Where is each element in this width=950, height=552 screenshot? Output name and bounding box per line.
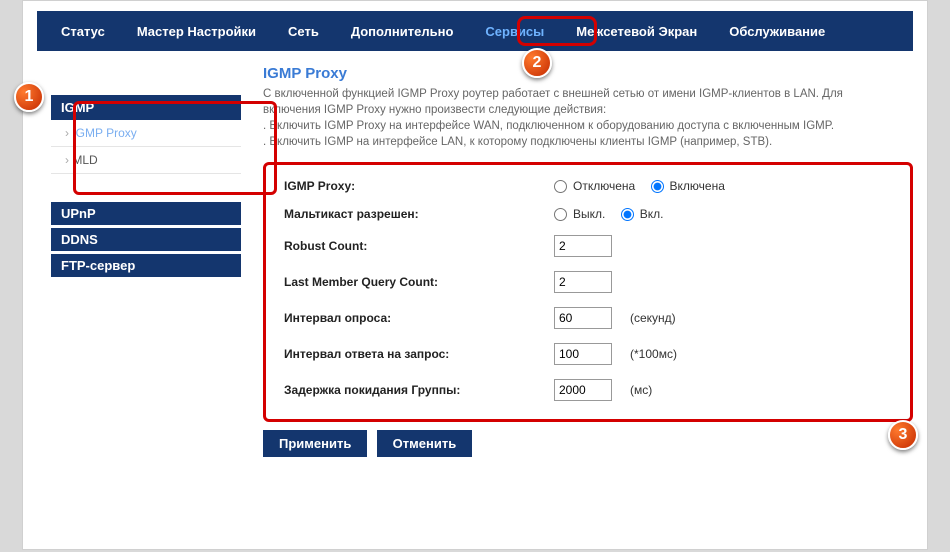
desc-line-1: С включенной функцией IGMP Proxy роутер … — [263, 88, 843, 116]
resp-interval-label: Интервал ответа на запрос: — [284, 347, 554, 361]
leave-delay-unit: (мс) — [630, 383, 652, 397]
poll-interval-input[interactable] — [554, 307, 612, 329]
tab-services[interactable]: Сервисы — [469, 18, 560, 45]
robust-count-label: Robust Count: — [284, 239, 554, 253]
igmp-proxy-on-radio[interactable] — [651, 180, 664, 193]
sidebar-item-upnp[interactable]: UPnP — [51, 202, 241, 225]
sidebar-item-ftp[interactable]: FTP-сервер — [51, 254, 241, 277]
resp-interval-input[interactable] — [554, 343, 612, 365]
apply-button[interactable]: Применить — [263, 430, 367, 457]
tab-status[interactable]: Статус — [45, 18, 121, 45]
multicast-on-radio[interactable] — [621, 208, 634, 221]
tab-network[interactable]: Сеть — [272, 18, 335, 45]
page-title: IGMP Proxy — [263, 65, 913, 82]
top-nav: Статус Мастер Настройки Сеть Дополнитель… — [37, 11, 913, 51]
multicast-on-text: Вкл. — [640, 207, 664, 221]
settings-form: IGMP Proxy: Отключена Включена Мальтикас… — [263, 162, 913, 422]
igmp-proxy-off-text: Отключена — [573, 179, 635, 193]
multicast-off-radio[interactable] — [554, 208, 567, 221]
lmqc-input[interactable] — [554, 271, 612, 293]
poll-interval-unit: (секунд) — [630, 311, 676, 325]
robust-count-input[interactable] — [554, 235, 612, 257]
multicast-label: Мальтикаст разрешен: — [284, 207, 554, 221]
sidebar-item-ddns[interactable]: DDNS — [51, 228, 241, 251]
desc-line-2: . Включить IGMP Proxy на интерфейсе WAN,… — [263, 120, 834, 132]
button-row: Применить Отменить — [263, 430, 913, 457]
leave-delay-label: Задержка покидания Группы: — [284, 383, 554, 397]
sidebar-header-igmp[interactable]: IGMP — [51, 95, 241, 120]
page-description: С включенной функцией IGMP Proxy роутер … — [263, 86, 883, 150]
multicast-off-text: Выкл. — [573, 207, 605, 221]
poll-interval-label: Интервал опроса: — [284, 311, 554, 325]
desc-line-3: . Включить IGMP на интерфейсе LAN, к кот… — [263, 136, 772, 148]
sidebar-item-igmp-proxy[interactable]: IGMP Proxy — [51, 120, 241, 147]
leave-delay-input[interactable] — [554, 379, 612, 401]
igmp-proxy-on-text: Включена — [670, 179, 725, 193]
resp-interval-unit: (*100мс) — [630, 347, 677, 361]
main-panel: IGMP Proxy С включенной функцией IGMP Pr… — [263, 65, 913, 457]
sidebar-item-mld[interactable]: MLD — [51, 147, 241, 174]
igmp-proxy-label: IGMP Proxy: — [284, 179, 554, 193]
lmqc-label: Last Member Query Count: — [284, 275, 554, 289]
tab-maintenance[interactable]: Обслуживание — [713, 18, 841, 45]
sidebar: IGMP IGMP Proxy MLD UPnP DDNS FTP-сервер — [51, 95, 241, 457]
tab-advanced[interactable]: Дополнительно — [335, 18, 470, 45]
cancel-button[interactable]: Отменить — [377, 430, 473, 457]
tab-wizard[interactable]: Мастер Настройки — [121, 18, 272, 45]
tab-firewall[interactable]: Межсетевой Экран — [560, 18, 713, 45]
igmp-proxy-off-radio[interactable] — [554, 180, 567, 193]
